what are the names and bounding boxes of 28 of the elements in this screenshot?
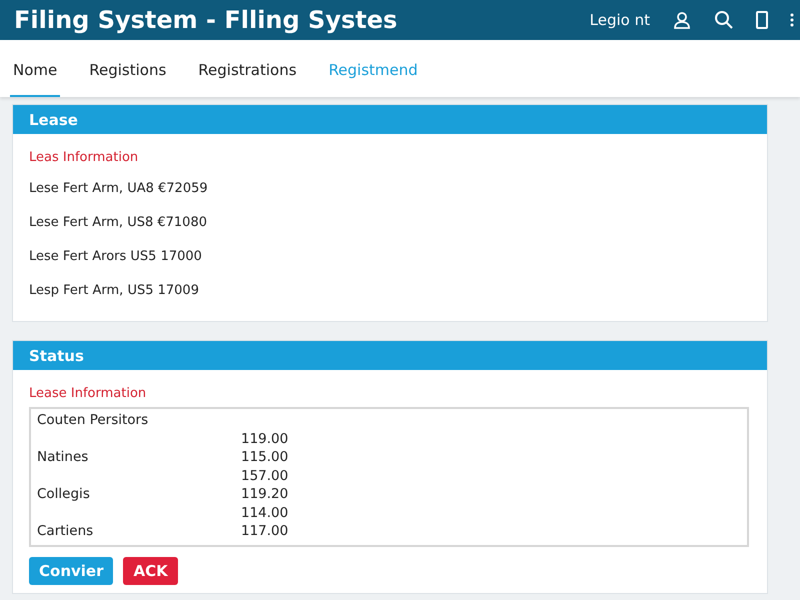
rectangle-icon[interactable] <box>756 11 768 29</box>
tab[interactable]: Nome <box>10 61 60 97</box>
card-title: Lease <box>29 110 78 128</box>
section-subtitle: Leas Information <box>29 150 140 165</box>
card-title: Status <box>29 346 84 364</box>
status-label: Couten Persitors <box>37 412 148 428</box>
tab[interactable]: Registrations <box>195 61 300 97</box>
status-value: 114.00 <box>241 504 288 521</box>
status-value: 157.00 <box>241 468 288 484</box>
status-value: 119.00 <box>241 430 288 447</box>
ack-button[interactable]: ACK <box>123 556 178 584</box>
more-icon[interactable] <box>790 13 794 27</box>
user-label[interactable]: Legio nt <box>590 11 650 29</box>
window-title: Filing System - Flling Systes <box>14 6 398 34</box>
status-value: 119.20 <box>241 486 288 502</box>
status-label: Collegis <box>37 486 90 502</box>
search-icon[interactable] <box>714 10 734 30</box>
status-value: 115.00 <box>241 449 288 466</box>
lease-entry: Lese Fert Arors US5 17000 <box>29 248 203 266</box>
lease-entry: Lesp Fert Arm, US5 17009 <box>29 282 200 300</box>
status-label: Cartiens <box>37 523 94 540</box>
user-icon[interactable] <box>672 10 692 30</box>
section-subtitle: Lease Information <box>29 386 148 401</box>
tab[interactable]: Registions <box>86 61 170 97</box>
lease-entry: Lese Fert Arm, UA8 €72059 <box>29 180 209 198</box>
status-label: Natines <box>37 449 88 466</box>
lease-entry: Lese Fert Arm, US8 €71080 <box>29 214 208 232</box>
status-value: 117.00 <box>241 523 288 540</box>
